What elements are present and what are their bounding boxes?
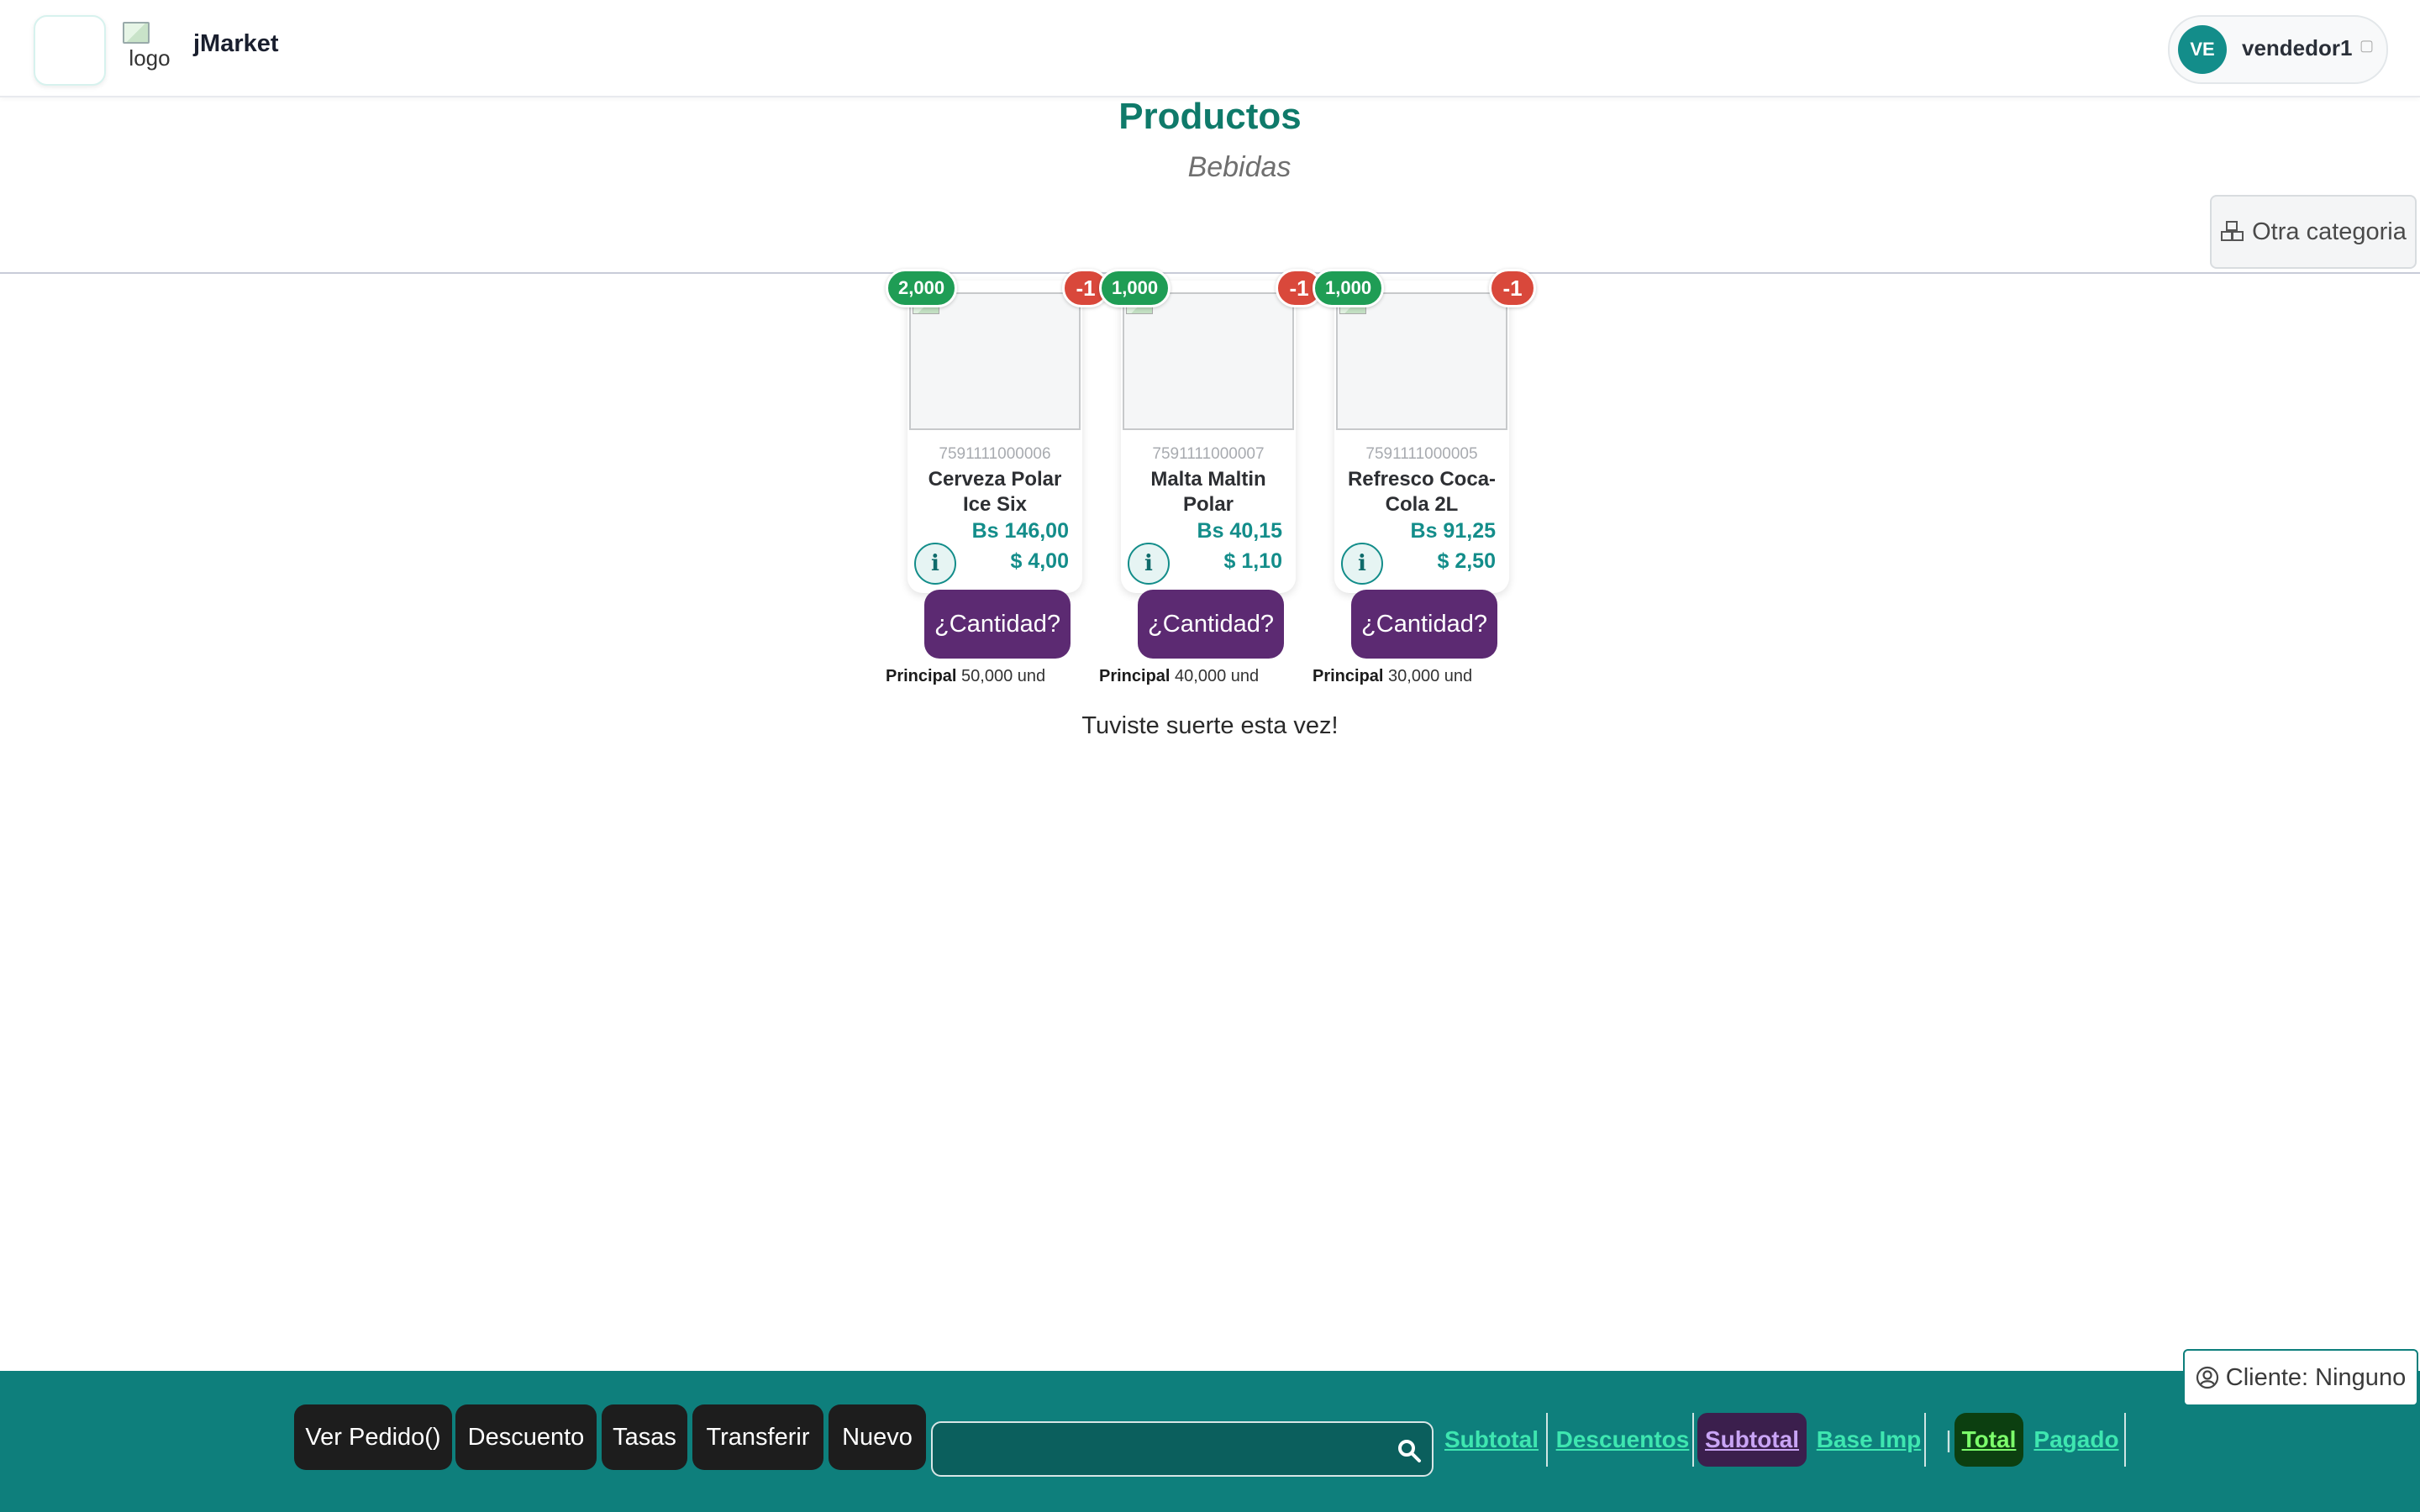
price-usd: $ 2,50 [1437,549,1496,573]
warehouse-stock: Principal 50,000 und [886,667,1104,686]
new-button[interactable]: Nuevo [829,1404,926,1470]
user-menu[interactable]: VE vendedor1 ▢ [2168,15,2388,84]
product-image [1336,292,1507,430]
user-circle-icon [2196,1366,2218,1389]
price-usd: $ 1,10 [1223,549,1282,573]
stock-badge: 1,000 [1313,269,1385,307]
menu-button[interactable] [34,15,106,86]
rates-button[interactable]: Tasas [602,1404,687,1470]
product-name: Cerveza Polar Ice Six [928,468,1062,516]
discount-button[interactable]: Descuento [455,1404,597,1470]
separator [1924,1413,1926,1467]
warehouse-name: Principal [886,667,957,685]
category-subtitle: Bebidas [1187,151,1292,183]
price-usd: $ 4,00 [1010,549,1069,573]
product-card: 2,000 -1 7591111000006 Cerveza Polar Ice… [886,269,1111,689]
top-header: logo jMarket VE vendedor1 ▢ [0,0,2420,97]
info-icon[interactable]: i [1128,543,1170,585]
product-card: 1,000 -1 7591111000005 Refresco Coca-Col… [1313,269,1538,689]
transfer-button[interactable]: Transferir [692,1404,823,1470]
quantity-button[interactable]: ¿Cantidad? [924,590,1071,659]
dropdown-caret-icon: ▢ [2360,37,2375,54]
paid-link[interactable]: Pagado [2033,1413,2119,1467]
total-link[interactable]: Total [1954,1413,2023,1467]
product-image [909,292,1081,430]
quantity-button[interactable]: ¿Cantidad? [1351,590,1497,659]
other-category-button[interactable]: Otra categoria [2210,195,2417,269]
product-name: Refresco Coca-Cola 2L [1347,468,1497,516]
client-label: Cliente: Ninguno [2225,1363,2407,1391]
stock-badge: 2,000 [886,269,958,307]
separator [2124,1413,2126,1467]
price-bs: Bs 40,15 [1197,519,1282,543]
discounts-link[interactable]: Descuentos [1556,1413,1690,1467]
remove-one-button[interactable]: -1 [1489,269,1536,307]
warehouse-quantity: 50,000 und [961,667,1046,685]
product-card-body[interactable]: 1,000 -1 7591111000007 Malta Maltin Pola… [1099,269,1323,593]
warehouse-stock: Principal 30,000 und [1313,667,1531,686]
product-image [1123,292,1294,430]
warehouse-quantity: 40,000 und [1175,667,1260,685]
warehouse-stock: Principal 40,000 und [1099,667,1318,686]
logo-alt-text: logo [129,45,171,71]
avatar: VE [2178,25,2227,74]
tax-base-link[interactable]: Base Imp [1815,1413,1923,1467]
subtotal-link[interactable]: Subtotal [1444,1413,1539,1467]
quantity-button[interactable]: ¿Cantidad? [1138,590,1284,659]
price-bs: Bs 91,25 [1410,519,1496,543]
product-card-body[interactable]: 1,000 -1 7591111000005 Refresco Coca-Col… [1313,269,1536,593]
boxes-icon [2221,221,2244,241]
price-bs: Bs 146,00 [971,519,1069,543]
separator [1546,1413,1548,1467]
info-icon[interactable]: i [1341,543,1383,585]
search-icon[interactable] [1397,1438,1422,1463]
product-code: 7591111000007 [1152,445,1265,463]
client-button[interactable]: Cliente: Ninguno [2183,1349,2418,1406]
page-title: Productos [1118,96,1302,137]
warehouse-name: Principal [1313,667,1384,685]
logo-image: logo [123,22,176,81]
warehouse-name: Principal [1099,667,1171,685]
warehouse-quantity: 30,000 und [1388,667,1473,685]
search-input[interactable] [931,1421,1434,1477]
brand-name: jMarket [193,30,279,57]
username: vendedor1 [2242,35,2353,60]
view-order-button[interactable]: Ver Pedido() [294,1404,452,1470]
product-name: Malta Maltin Polar [1150,468,1266,516]
subtotal-active-link[interactable]: Subtotal [1697,1413,1807,1467]
product-code: 7591111000006 [939,445,1051,463]
status-message: Tuviste suerte esta vez! [1081,712,1339,739]
broken-image-icon [123,22,150,44]
info-icon[interactable]: i [914,543,956,585]
small-separator: | [1945,1426,1952,1452]
other-category-label: Otra categoria [2252,218,2407,245]
product-code: 7591111000005 [1365,445,1478,463]
product-card-body[interactable]: 2,000 -1 7591111000006 Cerveza Polar Ice… [886,269,1109,593]
separator [1692,1413,1694,1467]
stock-badge: 1,000 [1099,269,1171,307]
product-card: 1,000 -1 7591111000007 Malta Maltin Pola… [1099,269,1324,689]
